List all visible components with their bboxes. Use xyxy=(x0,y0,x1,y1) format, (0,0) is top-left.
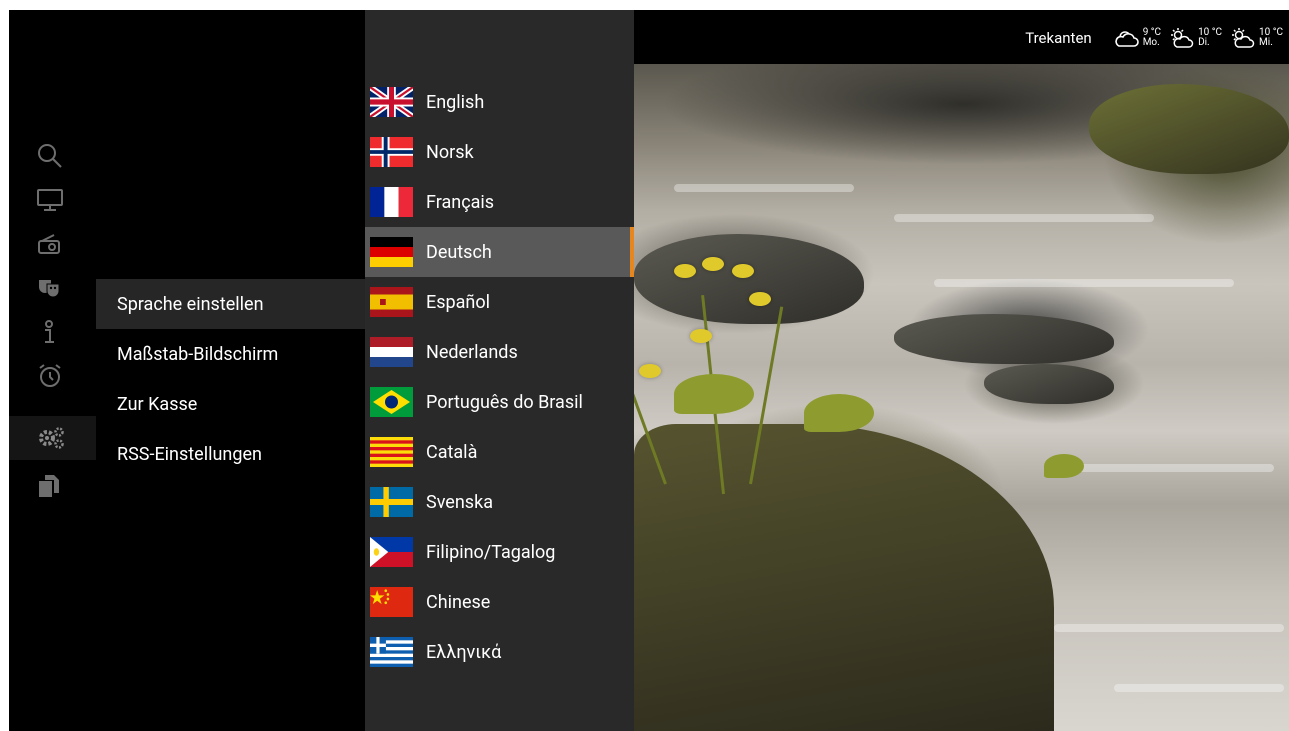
spain-flag-icon xyxy=(370,287,413,317)
theater-masks-icon xyxy=(37,276,61,300)
weather-status: Trekanten 9 °C Mo. 10 °C Di. 10 °C Mi. xyxy=(1025,23,1283,53)
location-label: Trekanten xyxy=(1025,29,1092,47)
brazil-flag-icon xyxy=(370,387,413,417)
sweden-flag-icon xyxy=(370,487,413,517)
main-nav-rail xyxy=(9,10,96,731)
language-label: Català xyxy=(426,441,478,463)
menu-item-language[interactable]: Sprache einstellen xyxy=(96,279,365,329)
search-icon xyxy=(37,143,63,169)
language-option-greek[interactable]: Ελληνικά xyxy=(365,627,634,677)
info-icon xyxy=(37,319,61,345)
china-flag-icon xyxy=(370,587,413,617)
nav-info[interactable] xyxy=(9,310,96,354)
language-option-francais[interactable]: Français xyxy=(365,177,634,227)
uk-flag-icon xyxy=(370,87,413,117)
language-option-catala[interactable]: Català xyxy=(365,427,634,477)
language-option-filipino[interactable]: Filipino/Tagalog xyxy=(365,527,634,577)
nav-pages[interactable] xyxy=(9,464,96,508)
top-status-bar: Trekanten 9 °C Mo. 10 °C Di. 10 °C Mi. xyxy=(634,10,1289,64)
catalonia-flag-icon xyxy=(370,437,413,467)
language-label: Chinese xyxy=(426,591,491,613)
language-label: Français xyxy=(426,191,495,213)
language-option-svenska[interactable]: Svenska xyxy=(365,477,634,527)
language-label: Nederlands xyxy=(426,341,518,363)
settings-gears-icon xyxy=(37,426,65,450)
alarm-clock-icon xyxy=(37,363,63,389)
radio-icon xyxy=(37,233,61,255)
forecast-day-1: 9 °C Mo. xyxy=(1114,27,1161,49)
menu-item-label: RSS-Einstellungen xyxy=(117,443,262,465)
menu-item-rss-settings[interactable]: RSS-Einstellungen xyxy=(96,429,365,479)
language-label: English xyxy=(426,91,485,113)
forecast-day: Mi. xyxy=(1259,37,1273,48)
menu-item-checkout[interactable]: Zur Kasse xyxy=(96,379,365,429)
norway-flag-icon xyxy=(370,137,413,167)
germany-flag-icon xyxy=(370,237,413,267)
nav-entertainment[interactable] xyxy=(9,266,96,310)
menu-item-label: Maßstab-Bildschirm xyxy=(117,343,279,365)
tv-icon xyxy=(37,188,63,212)
language-option-espanol[interactable]: Español xyxy=(365,277,634,327)
language-label: Svenska xyxy=(426,491,493,513)
greece-flag-icon xyxy=(370,637,413,667)
sun-cloud-icon xyxy=(1169,27,1195,49)
language-option-norsk[interactable]: Norsk xyxy=(365,127,634,177)
language-label: Deutsch xyxy=(426,241,492,263)
language-option-nederlands[interactable]: Nederlands xyxy=(365,327,634,377)
language-label: Español xyxy=(426,291,491,313)
philippines-flag-icon xyxy=(370,537,413,567)
language-option-deutsch[interactable]: Deutsch xyxy=(365,227,634,277)
language-option-chinese[interactable]: Chinese xyxy=(365,577,634,627)
language-label: Ελληνικά xyxy=(426,641,502,663)
language-option-portugues-brasil[interactable]: Português do Brasil xyxy=(365,377,634,427)
tv-screen: Trekanten 9 °C Mo. 10 °C Di. 10 °C Mi. S… xyxy=(9,10,1289,731)
nav-alarm[interactable] xyxy=(9,354,96,398)
forecast-day-2: 10 °C Di. xyxy=(1169,27,1222,49)
menu-item-screen-scale[interactable]: Maßstab-Bildschirm xyxy=(96,329,365,379)
sun-cloud-icon xyxy=(1230,27,1256,49)
forecast-day: Mo. xyxy=(1142,37,1160,48)
menu-item-label: Zur Kasse xyxy=(117,393,198,415)
copy-pages-icon xyxy=(37,473,61,499)
language-option-english[interactable]: English xyxy=(365,77,634,127)
partly-cloudy-icon xyxy=(1114,27,1140,49)
nav-tv[interactable] xyxy=(9,178,96,222)
settings-submenu: Sprache einstellen Maßstab-Bildschirm Zu… xyxy=(96,10,365,731)
background-photo xyxy=(634,64,1289,731)
nav-radio[interactable] xyxy=(9,222,96,266)
language-label: Filipino/Tagalog xyxy=(426,541,556,563)
language-label: Norsk xyxy=(426,141,474,163)
nav-search[interactable] xyxy=(9,134,96,178)
forecast-day: Di. xyxy=(1198,37,1210,48)
france-flag-icon xyxy=(370,187,413,217)
forecast-day-3: 10 °C Mi. xyxy=(1230,27,1283,49)
nav-settings[interactable] xyxy=(9,416,96,460)
menu-item-label: Sprache einstellen xyxy=(117,293,264,315)
netherlands-flag-icon xyxy=(370,337,413,367)
language-label: Português do Brasil xyxy=(426,391,583,413)
language-list: English Norsk Français Deutsch Español N… xyxy=(365,10,634,731)
